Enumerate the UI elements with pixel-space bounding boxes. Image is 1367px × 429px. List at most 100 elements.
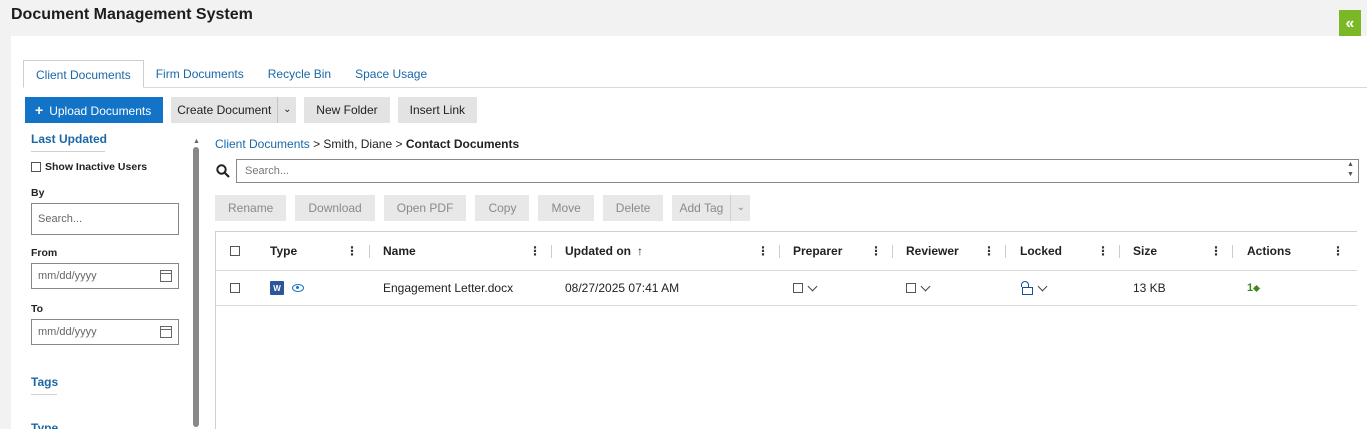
chevron-down-icon[interactable]: ⌄ <box>730 195 750 221</box>
scroll-up-icon[interactable]: ▲ <box>193 138 200 145</box>
tag-icon[interactable] <box>1253 284 1261 292</box>
main-panel: Client Documents Firm Documents Recycle … <box>11 36 1367 429</box>
download-button[interactable]: Download <box>295 195 375 221</box>
column-preparer[interactable]: Preparer <box>793 232 842 270</box>
column-name[interactable]: Name <box>383 232 416 270</box>
document-actions: Rename Download Open PDF Copy Move Delet… <box>215 195 751 221</box>
divider <box>31 394 57 395</box>
by-label: By <box>31 187 45 199</box>
filter-type-heading[interactable]: Type <box>31 421 181 429</box>
double-chevron-left-icon: « <box>1345 15 1355 32</box>
sort-ascending-icon[interactable]: ↑ <box>637 244 643 258</box>
column-separator[interactable] <box>779 245 780 258</box>
chevron-down-icon[interactable] <box>807 281 818 291</box>
column-menu-icon[interactable]: ⋮ <box>1210 244 1222 258</box>
chevron-down-icon[interactable]: ⌄ <box>277 97 296 123</box>
show-inactive-checkbox[interactable] <box>31 162 41 172</box>
column-separator[interactable] <box>551 245 552 258</box>
sidebar-scrollbar[interactable]: ▲ <box>193 138 200 429</box>
tab-space-usage[interactable]: Space Usage <box>343 60 439 88</box>
document-size: 13 KB <box>1133 281 1166 295</box>
document-updated: 08/27/2025 07:41 AM <box>565 281 680 295</box>
add-tag-button[interactable]: Add Tag ⌄ <box>672 195 751 221</box>
column-separator[interactable] <box>369 245 370 258</box>
filter-sidebar: Last Updated Show Inactive Users By Sear… <box>31 132 181 429</box>
upload-documents-button[interactable]: + Upload Documents <box>25 97 164 123</box>
tab-client-documents[interactable]: Client Documents <box>23 60 144 88</box>
move-button[interactable]: Move <box>538 195 594 221</box>
column-menu-icon[interactable]: ⋮ <box>346 244 358 258</box>
column-menu-icon[interactable]: ⋮ <box>983 244 995 258</box>
column-size[interactable]: Size <box>1133 232 1157 270</box>
search-icon <box>216 164 230 178</box>
reviewer-checkbox[interactable] <box>906 283 916 293</box>
row-checkbox[interactable] <box>230 283 240 293</box>
breadcrumb-separator: > <box>395 137 403 151</box>
to-label: To <box>31 303 44 315</box>
calendar-icon[interactable] <box>160 270 172 282</box>
insert-link-button[interactable]: Insert Link <box>397 97 478 123</box>
add-tag-label: Add Tag <box>679 201 724 215</box>
breadcrumb: Client Documents > Smith, Diane > Contac… <box>215 137 519 151</box>
filter-last-updated-heading[interactable]: Last Updated <box>31 132 181 146</box>
column-type[interactable]: Type <box>270 232 297 270</box>
from-date-input[interactable]: mm/dd/yyyy <box>31 263 179 289</box>
chevron-down-icon[interactable] <box>1037 281 1048 291</box>
unlocked-lock-icon[interactable] <box>1021 281 1033 295</box>
column-separator[interactable] <box>1119 245 1120 258</box>
tab-bar: Client Documents Firm Documents Recycle … <box>23 60 1367 88</box>
from-label: From <box>31 247 58 259</box>
by-placeholder: Search... <box>38 213 83 225</box>
toolbar: + Upload Documents Create Document ⌄ New … <box>25 97 478 123</box>
chevron-down-icon[interactable] <box>920 281 931 291</box>
calendar-icon[interactable] <box>160 326 172 338</box>
to-date-input[interactable]: mm/dd/yyyy <box>31 319 179 345</box>
column-menu-icon[interactable]: ⋮ <box>870 244 882 258</box>
column-actions[interactable]: Actions <box>1247 232 1291 270</box>
breadcrumb-root[interactable]: Client Documents <box>215 137 310 151</box>
breadcrumb-client[interactable]: Smith, Diane <box>323 137 392 151</box>
column-menu-icon[interactable]: ⋮ <box>757 244 769 258</box>
select-all-checkbox[interactable] <box>230 246 240 256</box>
column-updated-on[interactable]: Updated on ↑ <box>565 232 643 270</box>
app-title: Document Management System <box>11 6 253 23</box>
preparer-checkbox[interactable] <box>793 283 803 293</box>
actions-cell[interactable]: 1 <box>1247 271 1261 305</box>
scrollbar-thumb[interactable] <box>193 147 199 427</box>
tab-firm-documents[interactable]: Firm Documents <box>144 60 256 88</box>
upload-label: Upload Documents <box>49 104 152 118</box>
create-document-button[interactable]: Create Document ⌄ <box>171 97 297 123</box>
column-menu-icon[interactable]: ⋮ <box>1097 244 1109 258</box>
column-separator[interactable] <box>1005 245 1006 258</box>
breadcrumb-current: Contact Documents <box>405 137 520 151</box>
document-name[interactable]: Engagement Letter.docx <box>383 271 513 305</box>
open-pdf-button[interactable]: Open PDF <box>383 195 467 221</box>
search-spinner-arrows[interactable]: ▲ ▼ <box>1347 160 1354 180</box>
to-placeholder: mm/dd/yyyy <box>38 326 97 338</box>
documents-grid: Type ⋮ Name ⋮ Updated on ↑ ⋮ Preparer ⋮ … <box>215 231 1357 429</box>
tab-recycle-bin[interactable]: Recycle Bin <box>256 60 343 88</box>
new-folder-button[interactable]: New Folder <box>304 97 390 123</box>
column-menu-icon[interactable]: ⋮ <box>1332 244 1344 258</box>
document-search: Search... <box>216 159 1359 183</box>
column-separator[interactable] <box>1232 245 1233 258</box>
copy-button[interactable]: Copy <box>475 195 530 221</box>
show-inactive-label: Show Inactive Users <box>45 161 148 173</box>
filter-tags-heading[interactable]: Tags <box>31 375 181 389</box>
search-placeholder: Search... <box>245 165 290 177</box>
search-input[interactable]: Search... <box>236 159 1359 183</box>
column-separator[interactable] <box>892 245 893 258</box>
delete-button[interactable]: Delete <box>602 195 664 221</box>
column-reviewer[interactable]: Reviewer <box>906 232 959 270</box>
by-search-input[interactable]: Search... <box>31 203 179 235</box>
preview-eye-icon[interactable] <box>292 284 304 292</box>
rename-button[interactable]: Rename <box>215 195 287 221</box>
breadcrumb-separator: > <box>313 137 321 151</box>
table-row[interactable]: W Engagement Letter.docx 08/27/2025 07:4… <box>216 271 1357 306</box>
show-inactive-users-row[interactable]: Show Inactive Users <box>31 161 181 173</box>
word-document-icon[interactable]: W <box>270 281 284 295</box>
collapse-panel-button[interactable]: « <box>1339 10 1361 38</box>
column-menu-icon[interactable]: ⋮ <box>529 244 541 258</box>
grid-header: Type ⋮ Name ⋮ Updated on ↑ ⋮ Preparer ⋮ … <box>216 232 1357 271</box>
column-locked[interactable]: Locked <box>1020 232 1062 270</box>
